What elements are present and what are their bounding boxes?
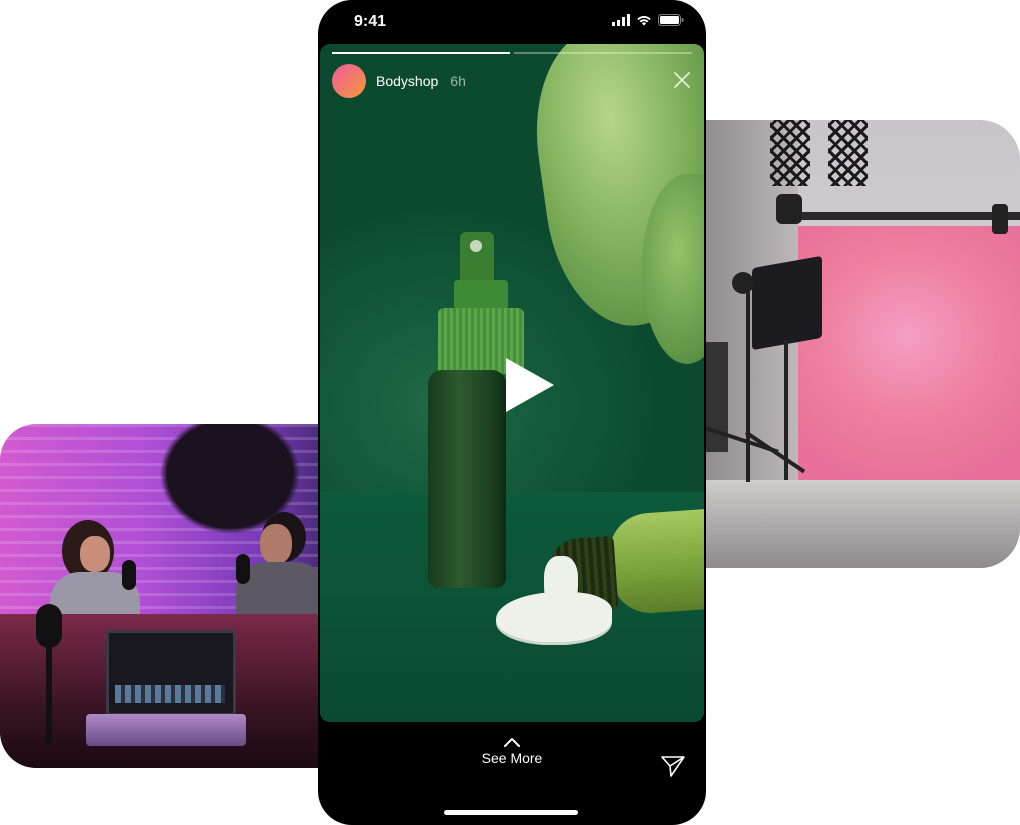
wifi-icon <box>637 15 651 26</box>
story-viewer[interactable]: Bodyshop 6h <box>320 44 704 722</box>
status-icons <box>612 14 684 26</box>
microphone-icon <box>36 604 62 648</box>
battery-icon <box>658 14 684 26</box>
see-more-label: See More <box>481 750 543 766</box>
signal-icon <box>612 14 630 26</box>
see-more-button[interactable]: See More <box>318 736 706 766</box>
person-right-face <box>260 524 292 564</box>
play-icon[interactable] <box>504 356 556 414</box>
lamp-head <box>732 272 754 294</box>
light-rail <box>798 212 1020 220</box>
username[interactable]: Bodyshop <box>376 73 438 89</box>
softbox-light <box>752 255 822 351</box>
nozzle-hole <box>470 240 482 252</box>
light-stand <box>746 292 750 482</box>
avatar[interactable] <box>332 64 366 98</box>
pink-backdrop <box>798 226 1020 492</box>
mic-stand <box>46 644 52 744</box>
cream-puddle <box>496 592 612 642</box>
close-icon[interactable] <box>672 70 692 90</box>
laptop-base <box>86 714 246 746</box>
scissor-lift <box>828 120 868 186</box>
microphone-icon <box>236 554 250 584</box>
spotlight-icon <box>992 204 1008 234</box>
person-left-face <box>80 536 110 572</box>
microphone-icon <box>122 560 136 590</box>
spray-bottle <box>428 370 506 588</box>
progress-segment <box>514 52 692 54</box>
spotlight-icon <box>776 194 802 224</box>
bottle-neck <box>454 280 508 310</box>
green-tube <box>606 508 704 616</box>
status-time: 9:41 <box>354 13 387 30</box>
chevron-up-icon <box>504 738 520 747</box>
studio-floor <box>700 480 1020 568</box>
studio-photo-card <box>700 120 1020 568</box>
story-header: Bodyshop 6h <box>332 64 466 98</box>
laptop-screen <box>106 630 236 716</box>
send-icon[interactable] <box>660 754 686 778</box>
phone-frame: 9:41 Bodyshop 6h See More <box>318 0 706 825</box>
home-indicator[interactable] <box>444 810 578 815</box>
progress-segment <box>332 52 510 54</box>
podcast-photo-card <box>0 424 322 768</box>
story-progress <box>332 52 692 54</box>
story-time: 6h <box>450 73 466 89</box>
scissor-lift <box>770 120 810 186</box>
